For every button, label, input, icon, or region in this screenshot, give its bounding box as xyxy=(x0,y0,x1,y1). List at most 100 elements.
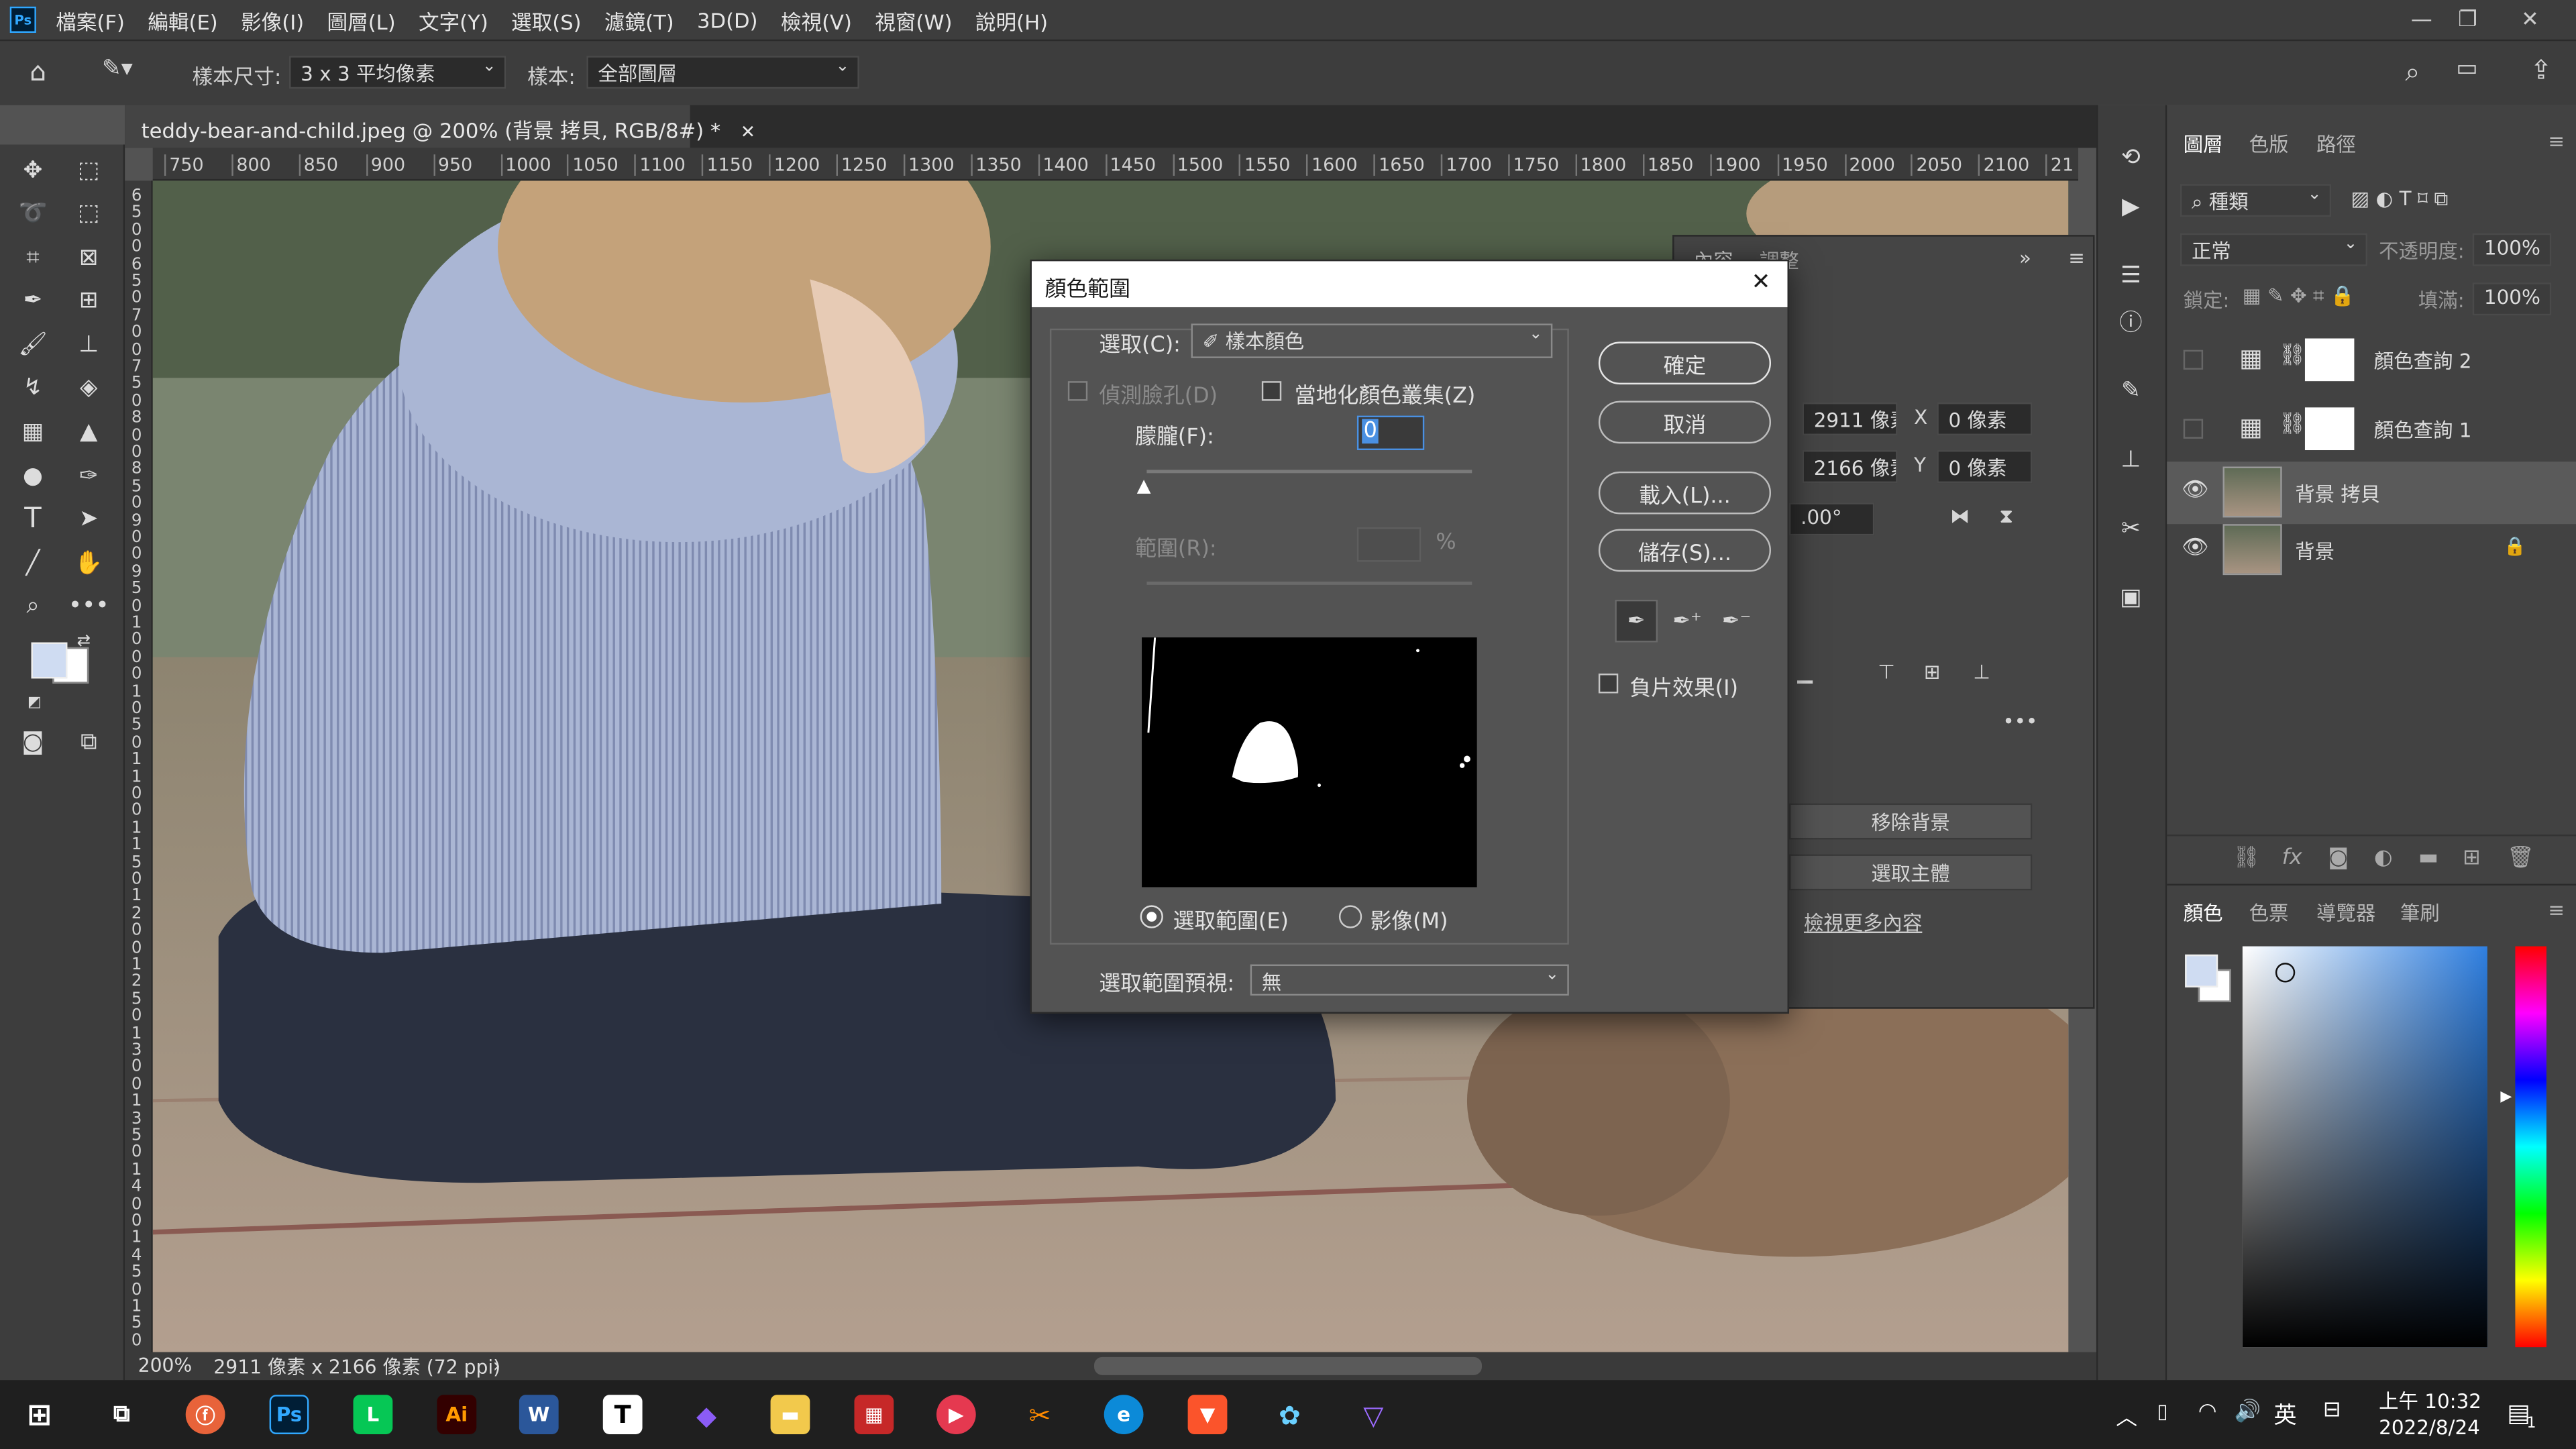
view-more-link[interactable]: 檢視更多內容 xyxy=(1804,908,1922,936)
color-picker-handle[interactable] xyxy=(2275,963,2296,983)
fuzziness-slider[interactable] xyxy=(1146,470,1472,474)
menu-window[interactable]: 視窗(W) xyxy=(875,4,952,36)
select-subject-button[interactable]: 選取主體 xyxy=(1788,854,2033,891)
search-icon[interactable]: ⌕ xyxy=(2405,56,2420,89)
tray-device-icon[interactable]: ▯ xyxy=(2157,1400,2168,1423)
path-select-icon[interactable]: ➤ xyxy=(69,499,109,539)
snipping-icon[interactable]: ✂ xyxy=(1020,1395,1060,1434)
screen-mode-icon[interactable]: ⧉ xyxy=(69,723,109,763)
adjustments-icon[interactable]: ☰ xyxy=(2111,256,2151,296)
task-view-icon[interactable]: ⧉ xyxy=(102,1395,142,1434)
eyedropper-icon[interactable]: ✒ xyxy=(13,281,53,321)
document-tab[interactable]: teddy-bear-and-child.jpeg @ 200% (背景 拷貝,… xyxy=(125,105,755,148)
menu-help[interactable]: 說明(H) xyxy=(975,4,1048,36)
move-tool-icon[interactable]: ✥ xyxy=(13,151,53,191)
new-layer-icon[interactable]: ⊞ xyxy=(2463,846,2481,871)
ime-indicator[interactable]: 英 xyxy=(2273,1398,2296,1431)
brave-icon[interactable]: ▼ xyxy=(1187,1395,1228,1434)
menu-type[interactable]: 文字(Y) xyxy=(419,4,488,36)
fx-icon[interactable]: fx xyxy=(2282,846,2302,871)
panel-menu-icon[interactable]: ≡ xyxy=(2548,129,2565,152)
tool-presets-icon[interactable]: ✂ xyxy=(2111,509,2151,549)
gradient-tool-icon[interactable]: ▦ xyxy=(13,413,53,452)
word-icon[interactable]: W xyxy=(519,1395,559,1434)
remove-background-button[interactable]: 移除背景 xyxy=(1788,803,2033,840)
y-field[interactable]: 0 像素 xyxy=(1937,450,2033,484)
red-app-icon[interactable]: ▦ xyxy=(854,1395,894,1434)
eyedropper-icon[interactable]: ✒ xyxy=(1615,599,1658,643)
select-dropdown[interactable]: ✐ 樣本顏色 ⌄ xyxy=(1191,323,1553,358)
info-arrow-icon[interactable]: › xyxy=(493,1354,500,1377)
default-colors-icon[interactable]: ◩ xyxy=(23,692,46,714)
fill-field[interactable]: 100% xyxy=(2472,282,2552,316)
info-icon[interactable]: ⓘ xyxy=(2111,303,2151,342)
clock-date[interactable]: 2022/8/24 xyxy=(2379,1416,2480,1439)
tab-navigator[interactable]: 導覽器 xyxy=(2316,899,2375,927)
group-icon[interactable]: ▬ xyxy=(2418,846,2438,871)
windows-start-icon[interactable]: ⊞ xyxy=(19,1395,59,1434)
localized-color-checkbox[interactable] xyxy=(1261,381,1282,401)
menu-file[interactable]: 檔案(F) xyxy=(56,4,125,36)
brush-tool-icon[interactable]: 🖌 xyxy=(13,325,53,365)
selection-radio[interactable] xyxy=(1140,905,1163,928)
image-radio[interactable] xyxy=(1338,905,1362,928)
eye-icon[interactable]: 👁 xyxy=(2182,535,2208,560)
tray-chevron-icon[interactable]: ︿ xyxy=(2116,1400,2137,1431)
fuzziness-slider-handle[interactable]: ▲ xyxy=(1137,475,1151,496)
ok-button[interactable]: 確定 xyxy=(1598,341,1772,385)
load-button[interactable]: 載入(L)... xyxy=(1598,471,1772,515)
menu-image[interactable]: 影像(I) xyxy=(241,4,304,36)
eyedropper-plus-icon[interactable]: ✒⁺ xyxy=(1666,600,1709,643)
restore-icon[interactable]: ❐ xyxy=(2445,0,2491,40)
eye-icon[interactable]: 👁 xyxy=(2182,478,2208,503)
tab-layers[interactable]: 圖層 xyxy=(2184,129,2223,158)
color-field[interactable] xyxy=(2242,946,2487,1348)
fg-color-swatch[interactable] xyxy=(2185,954,2218,987)
ime-mode-icon[interactable]: ⊟ xyxy=(2323,1398,2341,1423)
detect-faces-checkbox[interactable] xyxy=(1067,381,1088,401)
wifi-icon[interactable]: ◠ xyxy=(2198,1400,2217,1425)
menu-layer[interactable]: 圖層(L) xyxy=(327,4,396,36)
trash-icon[interactable]: 🗑 xyxy=(2507,846,2534,871)
lock-icons[interactable]: ▦ ✎ ✥ ⌗ 🔒 xyxy=(2243,284,2355,309)
photoshop-taskbar-icon[interactable]: Ps xyxy=(269,1395,309,1434)
object-select-tool-icon[interactable]: ⬚ xyxy=(69,194,109,233)
sample-select[interactable]: 全部圖層 ⌄ xyxy=(586,56,859,89)
close-tab-icon[interactable]: ✕ xyxy=(741,121,756,143)
flip-vertical-icon[interactable]: ⧗ xyxy=(1999,504,2013,529)
flip-horizontal-icon[interactable]: ⧓ xyxy=(1950,504,1970,527)
share-icon[interactable]: ⇪ xyxy=(2530,54,2552,86)
x-field[interactable]: 0 像素 xyxy=(1937,402,2033,435)
align-middle-icon[interactable]: ⊞ xyxy=(1924,660,1941,683)
link-layers-icon[interactable]: ⛓ xyxy=(2233,846,2259,871)
new-adjustment-icon[interactable]: ◐ xyxy=(2374,846,2393,871)
layer-row[interactable]: 👁 背景 🔒 xyxy=(2167,519,2576,582)
brush-settings-icon[interactable]: ✎ xyxy=(2111,371,2151,411)
libraries-icon[interactable]: ▣ xyxy=(2111,578,2151,618)
dodge-tool-icon[interactable]: ● xyxy=(13,457,53,496)
opacity-field[interactable]: 100% xyxy=(2472,233,2552,266)
obsidian-icon[interactable]: ◆ xyxy=(687,1395,727,1434)
healing-icon[interactable]: ⊞ xyxy=(69,281,109,321)
hand-tool-icon[interactable]: ✋ xyxy=(69,544,109,584)
lasso-tool-icon[interactable]: ➰ xyxy=(13,194,53,233)
filter-image-icon[interactable]: ▨ ◐ T ⌑ ⧉ xyxy=(2351,187,2449,212)
angle-field[interactable]: .00° xyxy=(1788,502,1875,536)
layer-name[interactable]: 顏色查詢 1 xyxy=(2374,416,2472,444)
eraser-tool-icon[interactable]: ◈ xyxy=(69,368,109,408)
crop-tool-icon[interactable]: ⌗ xyxy=(13,238,53,278)
menu-view[interactable]: 檢視(V) xyxy=(781,4,852,36)
paw-app-icon[interactable]: ✿ xyxy=(1270,1395,1309,1434)
layer-name[interactable]: 顏色查詢 2 xyxy=(2374,347,2472,375)
foreground-color-swatch[interactable] xyxy=(31,642,68,679)
close-icon[interactable]: ✕ xyxy=(2507,0,2553,40)
clock-time[interactable]: 上午 10:32 xyxy=(2379,1387,2481,1415)
history-brush-icon[interactable]: ↯ xyxy=(13,368,53,408)
swap-colors-icon[interactable]: ⇄ xyxy=(72,629,95,652)
type-tool-icon[interactable]: T xyxy=(13,499,53,539)
layer-row[interactable]: ▦ ⛓ 顏色查詢 2 xyxy=(2167,329,2576,391)
more-options-icon[interactable]: ••• xyxy=(2002,710,2037,733)
history-icon[interactable]: ⟲ xyxy=(2111,138,2151,178)
firefox-icon[interactable]: ⓕ xyxy=(185,1395,225,1434)
selection-preview[interactable] xyxy=(1142,637,1477,888)
